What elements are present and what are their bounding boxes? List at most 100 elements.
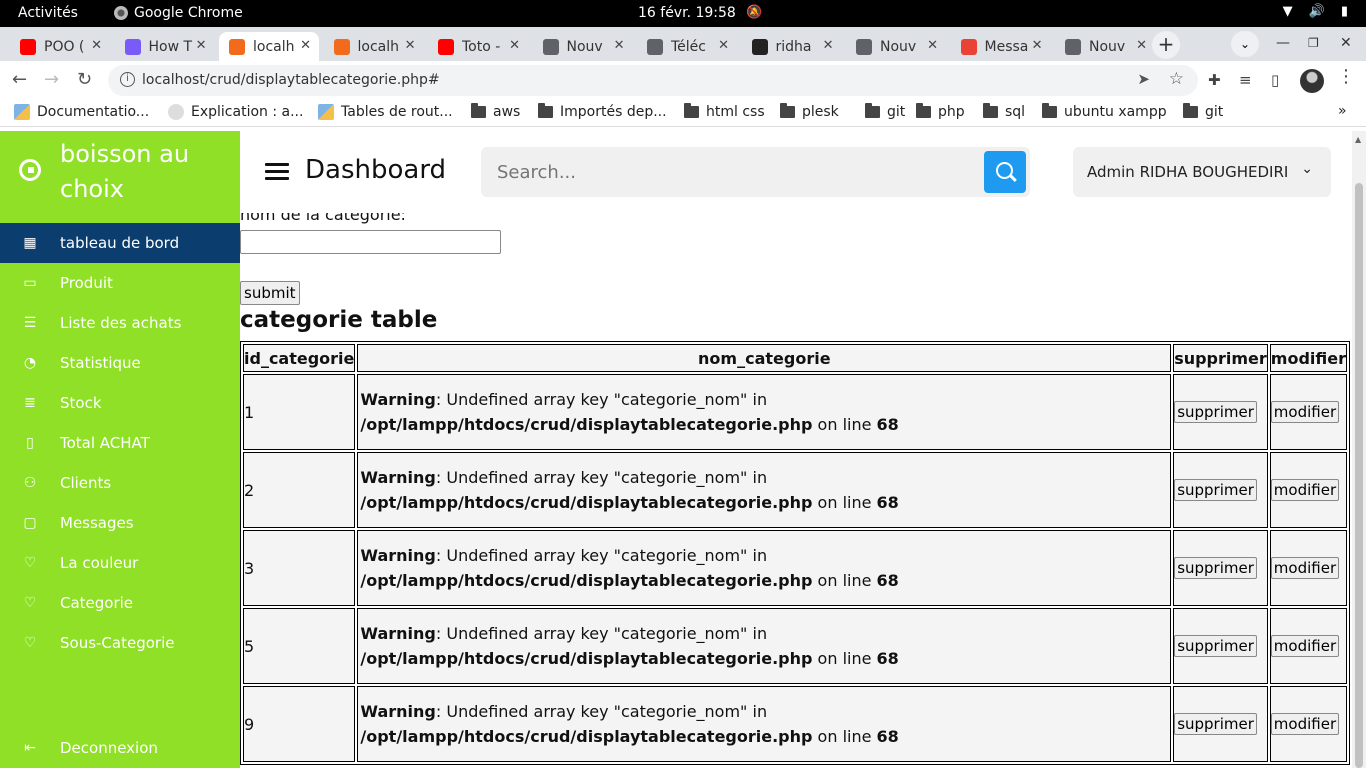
browser-tab[interactable]: Toto - ✕ [428,32,528,61]
minimize-button[interactable]: — [1276,35,1290,51]
site-info-icon[interactable]: i [120,72,135,87]
browser-tab[interactable]: POO (✕ [10,32,110,61]
edit-button[interactable]: modifier [1270,635,1340,657]
sidebar-item-logout[interactable]: ⇤ Deconnexion [0,728,240,768]
sidebar-item-statistique[interactable]: ◔ Statistique [0,343,240,383]
profile-avatar[interactable] [1300,69,1324,93]
bookmark-star-icon[interactable]: ☆ [1169,69,1184,89]
sidebar-item-categorie[interactable]: ♡ Categorie [0,583,240,623]
system-status[interactable]: ▼ 🔊 ▮ [1283,4,1348,19]
bookmark-item[interactable]: php [916,103,965,120]
page-scrollbar[interactable]: ▲ [1352,131,1366,768]
bookmark-item[interactable]: git [1183,103,1223,120]
browser-tab[interactable]: ridha ✕ [742,32,842,61]
sidebar-item-tableau-de-bord[interactable]: ▦ tableau de bord [0,223,240,263]
bookmark-item[interactable]: git [865,103,905,120]
close-tab-icon[interactable]: ✕ [91,38,102,53]
chrome-menu-icon[interactable]: ⋮ [1337,66,1355,87]
warning-cell: Warning: Undefined array key "categorie_… [357,452,1172,528]
edit-cell: modifier [1269,452,1347,528]
browser-tab[interactable]: Messa ✕ [951,32,1051,61]
clock[interactable]: 16 févr. 19:58 [638,5,736,21]
bookmark-item[interactable]: aws [471,103,520,120]
delete-button[interactable]: supprimer [1174,635,1257,657]
url-input[interactable] [142,70,1122,90]
edit-button[interactable]: modifier [1270,557,1340,579]
user-menu[interactable]: Admin RIDHA BOUGHEDIRI ⌄ [1073,147,1331,197]
bookmark-item[interactable]: html css [684,103,765,120]
bookmark-item[interactable]: Explication : a... [168,104,303,120]
close-tab-icon[interactable]: ✕ [196,38,207,53]
forward-button[interactable]: → [44,69,59,90]
category-name-input[interactable] [240,230,501,254]
delete-button[interactable]: supprimer [1174,479,1257,501]
tab-search-button[interactable]: ⌄ [1231,31,1259,57]
app-menu[interactable]: Google Chrome [114,5,243,21]
sidebar-item-sous-categorie[interactable]: ♡ Sous-Categorie [0,623,240,663]
table-row: 1 Warning: Undefined array key "categorie… [243,374,1347,450]
edit-button[interactable]: modifier [1270,713,1340,735]
close-tab-icon[interactable]: ✕ [718,38,729,53]
sidebar-item-liste-des-achats[interactable]: ☰ Liste des achats [0,303,240,343]
sidebar-item-total-achat[interactable]: ▯ Total ACHAT [0,423,240,463]
search-input[interactable] [497,160,977,184]
sidebar-item-la-couleur[interactable]: ♡ La couleur [0,543,240,583]
delete-button[interactable]: supprimer [1174,401,1257,423]
delete-button[interactable]: supprimer [1174,557,1257,579]
warning-line-text: on line [812,727,877,746]
search-button[interactable] [984,151,1026,193]
table-header-row: id_categorie nom_categorie supprimer mod… [243,344,1347,372]
media-icon[interactable]: ≡ [1239,71,1252,89]
close-tab-icon[interactable]: ✕ [405,38,416,53]
browser-tab[interactable]: Téléc ✕ [637,32,737,61]
submit-button[interactable]: submit [240,281,300,305]
brand[interactable]: boisson au choix [0,131,240,215]
back-button[interactable]: ← [12,69,27,90]
maximize-button[interactable]: ❐ [1308,36,1319,50]
bookmark-item[interactable]: ubuntu xampp [1042,103,1167,120]
browser-tab[interactable]: Nouv ✕ [533,32,633,61]
tab-title: Messa [984,38,1029,55]
browser-tab[interactable]: localh ✕ [324,32,424,61]
send-to-devices-icon[interactable]: ➤ [1137,70,1150,88]
side-panel-icon[interactable]: ▯ [1271,71,1279,89]
browser-tab[interactable]: Nouv ✕ [846,32,946,61]
address-bar[interactable]: i ➤ ☆ [108,65,1198,96]
delete-button[interactable]: supprimer [1174,713,1257,735]
sidebar-item-produit[interactable]: ▭ Produit [0,263,240,303]
close-tab-icon[interactable]: ✕ [300,38,311,53]
more-bookmarks-icon[interactable]: » [1338,103,1347,119]
bookmark-item[interactable]: Tables de rout... [318,104,453,120]
close-tab-icon[interactable]: ✕ [614,38,625,53]
close-tab-icon[interactable]: ✕ [1136,38,1147,53]
browser-tab[interactable]: How T ✕ [115,32,215,61]
close-tab-icon[interactable]: ✕ [1032,38,1043,53]
close-tab-icon[interactable]: ✕ [509,38,520,53]
warning-prefix: Warning [360,546,436,565]
new-tab-button[interactable]: + [1152,31,1180,59]
close-tab-icon[interactable]: ✕ [927,38,938,53]
bookmark-item[interactable]: Documentatio... [14,104,149,120]
grid-icon: ▦ [23,235,37,251]
warning-message: : Undefined array key "categorie_nom" in [435,390,768,409]
edit-button[interactable]: modifier [1270,479,1340,501]
edit-button[interactable]: modifier [1270,401,1340,423]
sidebar-item-clients[interactable]: ⚇ Clients [0,463,240,503]
menu-toggle-icon[interactable] [265,163,289,181]
close-tab-icon[interactable]: ✕ [823,38,834,53]
sidebar-item-messages[interactable]: ▢ Messages [0,503,240,543]
extensions-icon[interactable]: ✚ [1208,71,1221,89]
scrollbar-thumb[interactable] [1355,183,1363,768]
browser-tab[interactable]: localh ✕ [219,32,319,61]
close-window-button[interactable]: ✕ [1340,35,1352,51]
warning-line-text: on line [812,649,877,668]
bookmark-item[interactable]: sql [983,103,1025,120]
activities-button[interactable]: Activités [18,5,78,21]
scroll-up-icon[interactable]: ▲ [1355,135,1361,144]
reload-button[interactable]: ↻ [77,69,92,90]
browser-tab[interactable]: Nouv ✕ [1055,32,1155,61]
search-bar [481,147,1030,197]
bookmark-item[interactable]: Importés dep... [538,103,667,120]
bookmark-item[interactable]: plesk [780,103,839,120]
sidebar-item-stock[interactable]: ≣ Stock [0,383,240,423]
